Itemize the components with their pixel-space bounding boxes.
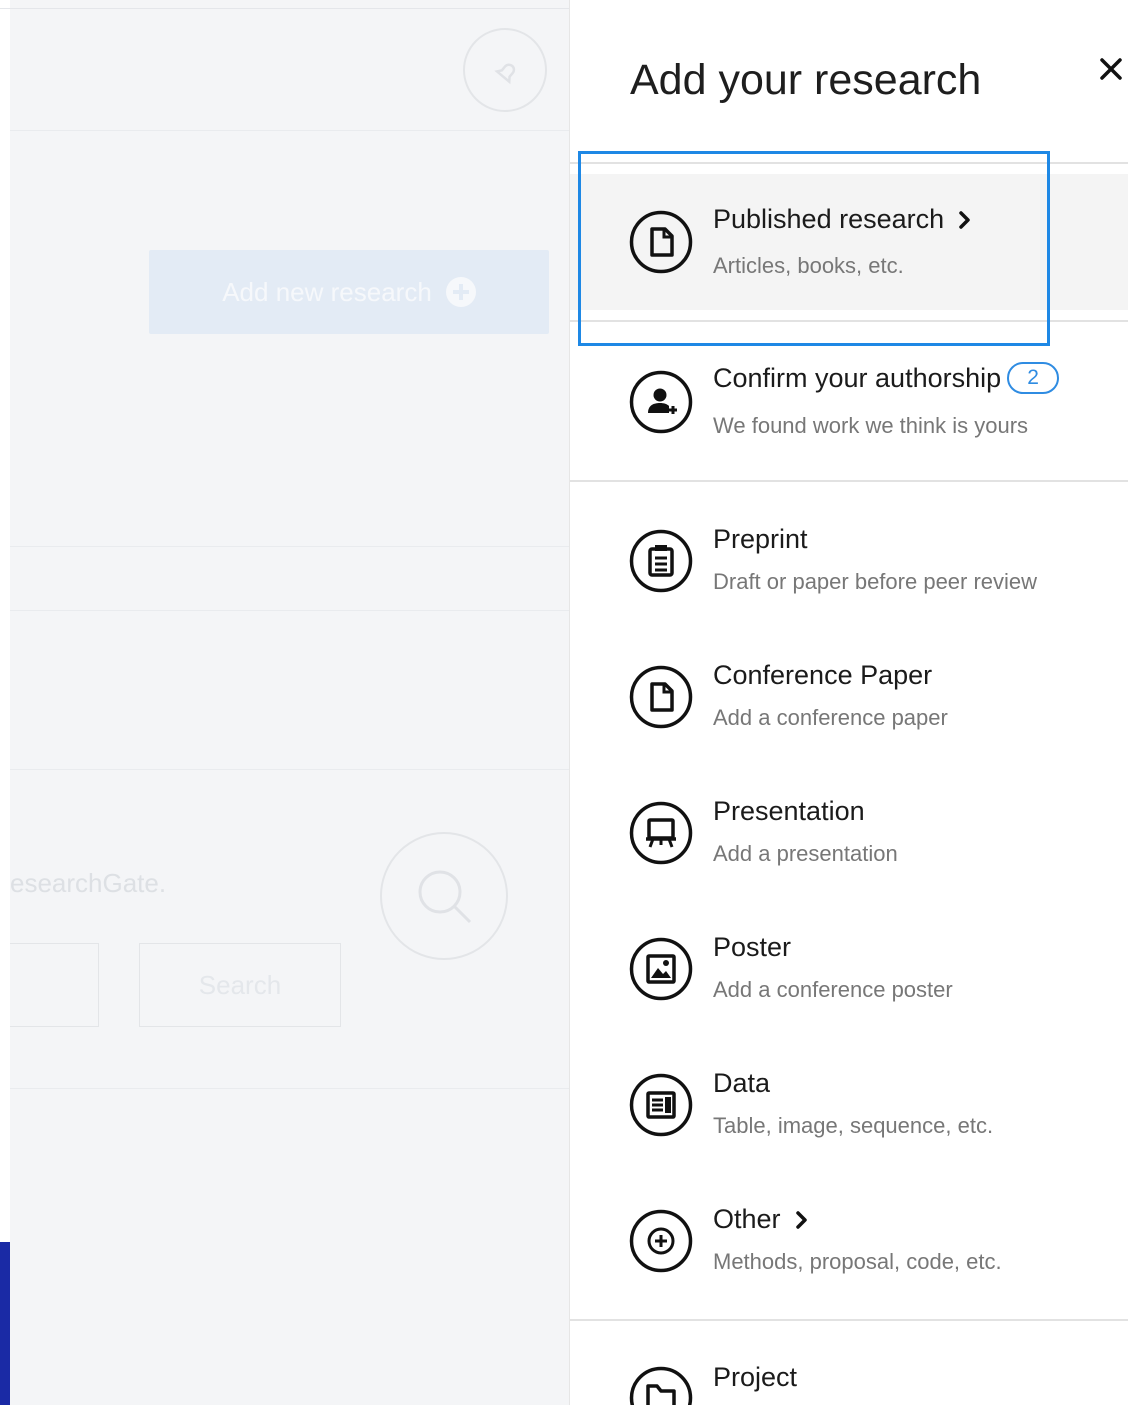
add-new-research-label: Add new research bbox=[222, 276, 432, 307]
menu-item-title: Confirm your authorship bbox=[713, 362, 1002, 393]
chevron-right-icon bbox=[795, 1210, 807, 1229]
search-illustration bbox=[380, 832, 508, 960]
menu-item-title: Data bbox=[713, 1068, 771, 1098]
menu-item-published-research[interactable]: Published research Articles, books, etc. bbox=[570, 174, 1128, 310]
network-description-text: esearchGate. bbox=[10, 868, 167, 898]
menu-item-confirm-authorship[interactable]: Confirm your authorship 2 We found work … bbox=[570, 334, 1128, 470]
count-badge: 2 bbox=[1007, 362, 1060, 394]
top-divider bbox=[0, 8, 569, 9]
menu-item-poster[interactable]: Poster Add a conference poster bbox=[570, 900, 1128, 1036]
panel-divider bbox=[570, 320, 1128, 322]
folder-icon bbox=[629, 1366, 693, 1405]
menu-item-data[interactable]: Data Table, image, sequence, etc. bbox=[570, 1036, 1128, 1172]
menu-item-conference-paper[interactable]: Conference Paper Add a conference paper bbox=[570, 628, 1128, 764]
blue-banner-edge bbox=[0, 1242, 10, 1405]
search-input[interactable] bbox=[10, 943, 99, 1027]
section-divider bbox=[10, 546, 569, 547]
menu-item-title: Presentation bbox=[713, 796, 865, 826]
menu-item-subtitle: Add a conference poster bbox=[713, 977, 953, 1002]
menu-item-subtitle: Methods, proposal, code, etc. bbox=[713, 1249, 1002, 1274]
add-new-research-button[interactable]: Add new research bbox=[149, 250, 549, 334]
clipboard-icon bbox=[629, 529, 693, 593]
menu-item-title: Published research bbox=[713, 204, 945, 234]
chevron-right-icon bbox=[959, 210, 970, 229]
menu-item-title: Project bbox=[713, 1362, 798, 1392]
close-button[interactable] bbox=[1096, 52, 1128, 88]
panel-divider bbox=[570, 480, 1128, 482]
add-research-panel: Add your research Published research Art… bbox=[569, 0, 1128, 1405]
search-button[interactable]: Search bbox=[139, 943, 341, 1027]
page-edge bbox=[0, 0, 10, 1405]
panel-divider bbox=[570, 1319, 1128, 1321]
data-table-icon bbox=[629, 1073, 693, 1137]
menu-item-subtitle: Add a conference paper bbox=[713, 705, 948, 730]
menu-item-subtitle: Articles, books, etc. bbox=[713, 253, 904, 278]
add-person-icon bbox=[629, 370, 693, 434]
menu-item-project[interactable]: Project bbox=[570, 1330, 1128, 1405]
image-poster-icon bbox=[629, 937, 693, 1001]
section-divider bbox=[10, 610, 569, 611]
section-divider bbox=[10, 769, 569, 770]
menu-item-subtitle: Draft or paper before peer review bbox=[713, 569, 1038, 594]
menu-item-title: Conference Paper bbox=[713, 660, 933, 690]
magnifier-icon bbox=[418, 870, 472, 924]
menu-item-preprint[interactable]: Preprint Draft or paper before peer revi… bbox=[570, 492, 1128, 628]
menu-item-subtitle: Table, image, sequence, etc. bbox=[713, 1113, 994, 1138]
section-divider bbox=[10, 1088, 569, 1089]
menu-item-subtitle: Add a presentation bbox=[713, 841, 898, 866]
panel-title: Add your research bbox=[630, 56, 982, 104]
menu-item-other[interactable]: Other Methods, proposal, code, etc. bbox=[570, 1172, 1128, 1308]
presentation-board-icon bbox=[629, 801, 693, 865]
menu-item-title: Other bbox=[713, 1204, 781, 1234]
background-page: Add new research esearchGate. Search bbox=[0, 0, 569, 1405]
plus-circle-icon bbox=[445, 277, 476, 307]
section-divider bbox=[10, 130, 569, 131]
menu-item-title: Poster bbox=[713, 932, 792, 962]
menu-item-subtitle: We found work we think is yours bbox=[713, 413, 1029, 438]
bell-icon bbox=[494, 63, 516, 85]
menu-item-title: Preprint bbox=[713, 524, 808, 554]
document-icon bbox=[629, 210, 693, 274]
panel-divider bbox=[570, 162, 1128, 164]
document-icon bbox=[629, 665, 693, 729]
notification-bell-button[interactable] bbox=[463, 28, 547, 112]
plus-circle-icon bbox=[629, 1209, 693, 1273]
close-icon bbox=[1100, 58, 1122, 80]
menu-item-presentation[interactable]: Presentation Add a presentation bbox=[570, 764, 1128, 900]
